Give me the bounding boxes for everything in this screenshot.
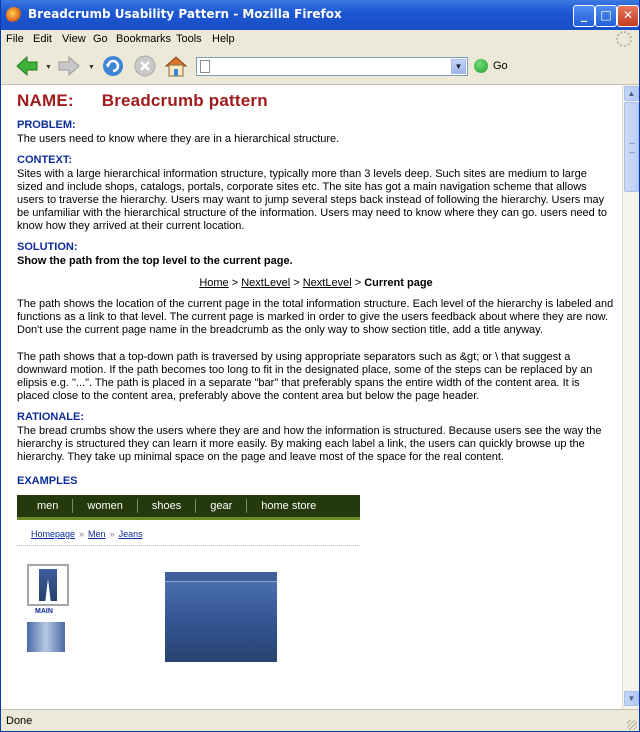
menu-go[interactable]: Go [93, 33, 108, 45]
home-button[interactable] [163, 54, 189, 78]
name-label: NAME: [17, 91, 74, 110]
forward-arrow-icon [58, 55, 80, 77]
examples-heading: EXAMPLES [17, 475, 78, 487]
menu-edit[interactable]: Edit [33, 33, 52, 45]
pattern-name: Breadcrumb pattern [101, 91, 268, 110]
status-bar: Done [0, 709, 640, 732]
firefox-logo-icon [6, 7, 22, 23]
scroll-up-icon[interactable]: ▲ [624, 86, 639, 101]
product-thumbnail-2[interactable] [27, 622, 65, 652]
menu-file[interactable]: File [6, 33, 24, 45]
status-text: Done [6, 715, 33, 727]
back-history-dropdown-icon[interactable]: ▼ [45, 64, 52, 71]
example-breadcrumb: Homepage » Men» Jeans [17, 529, 615, 539]
breadcrumb-current-page: Current page [364, 277, 433, 289]
breadcrumb-separator: > [231, 277, 239, 289]
vertical-scrollbar[interactable]: ▲ ▼ [622, 85, 639, 709]
page-content: NAME: Breadcrumb pattern PROBLEM: The use… [0, 85, 622, 709]
product-thumbnail-main[interactable] [27, 564, 69, 606]
menu-bar: File Edit View Go Bookmarks Tools Help [0, 30, 640, 49]
example-nav-gear[interactable]: gear [196, 499, 248, 513]
example-nav-men[interactable]: men [17, 499, 74, 513]
close-button[interactable]: ✕ [617, 5, 639, 27]
breadcrumb-home-link[interactable]: Home [199, 277, 228, 289]
example-crumb-homepage[interactable]: Homepage [31, 529, 75, 539]
menu-help[interactable]: Help [212, 33, 235, 45]
window-title: Breadcrumb Usability Pattern - Mozilla F… [28, 7, 342, 21]
minimize-button[interactable]: _ [573, 5, 595, 27]
product-main-image [165, 572, 277, 662]
browser-window: Breadcrumb Usability Pattern - Mozilla F… [0, 0, 640, 732]
problem-text: The users need to know where they are in… [17, 133, 340, 145]
stop-button[interactable] [132, 54, 158, 78]
back-arrow-icon [16, 55, 38, 77]
solution-heading: SOLUTION: [17, 241, 78, 253]
menu-view[interactable]: View [62, 33, 86, 45]
jeans-thumbnail-image [39, 569, 57, 601]
solution-paragraph-1: The path shows the location of the curre… [17, 298, 614, 336]
address-bar[interactable]: ▼ [196, 57, 468, 76]
example-nav-home-store[interactable]: home store [247, 499, 330, 513]
breadcrumb-separator: > [354, 277, 362, 289]
solution-summary: Show the path from the top level to the … [17, 255, 293, 267]
context-heading: CONTEXT: [17, 154, 72, 166]
rationale-heading: RATIONALE: [17, 411, 85, 423]
thumbnail-label: MAIN [35, 608, 53, 615]
example-crumb-separator: » [79, 529, 85, 539]
problem-heading: PROBLEM: [17, 119, 76, 131]
example-nav-bar: men women shoes gear home store [17, 495, 360, 520]
home-icon [164, 56, 188, 77]
address-dropdown-icon[interactable]: ▼ [451, 59, 466, 74]
solution-paragraph-2: The path shows that a top-down path is t… [17, 351, 593, 402]
go-button[interactable]: Go [493, 60, 508, 72]
resize-grip-icon[interactable] [627, 720, 637, 730]
scrollbar-grip-icon [629, 143, 635, 153]
navigation-toolbar: ▼ ▼ ▼ Go [0, 49, 640, 85]
article: NAME: Breadcrumb pattern PROBLEM: The use… [17, 91, 615, 684]
title-bar[interactable]: Breadcrumb Usability Pattern - Mozilla F… [0, 0, 640, 30]
scroll-down-icon[interactable]: ▼ [624, 691, 639, 706]
rationale-text: The bread crumbs show the users where th… [17, 425, 602, 463]
example-product-area: MAIN [17, 564, 615, 684]
stop-icon [134, 55, 156, 77]
example-nav-women[interactable]: women [73, 499, 138, 513]
menu-tools[interactable]: Tools [176, 33, 202, 45]
breadcrumb-nextlevel-link[interactable]: NextLevel [303, 277, 352, 289]
reload-icon [103, 56, 123, 76]
throbber-icon [616, 31, 632, 47]
example-divider [17, 545, 360, 546]
breadcrumb-separator: > [293, 277, 300, 289]
scrollbar-thumb[interactable] [624, 102, 639, 192]
example-crumb-separator: » [109, 529, 115, 539]
forward-button[interactable] [56, 54, 82, 78]
example-crumb-jeans[interactable]: Jeans [119, 529, 143, 539]
page-title: NAME: Breadcrumb pattern [17, 91, 615, 111]
breadcrumb-nextlevel-link[interactable]: NextLevel [241, 277, 290, 289]
back-button[interactable] [14, 54, 40, 78]
context-text: Sites with a large hierarchical informat… [17, 168, 608, 232]
breadcrumb-demo: Home > NextLevel > NextLevel > Current p… [17, 277, 615, 289]
forward-history-dropdown-icon[interactable]: ▼ [88, 64, 95, 71]
example-crumb-men[interactable]: Men [88, 529, 106, 539]
jeans-waistband [165, 572, 277, 582]
maximize-button[interactable]: □ [595, 5, 617, 27]
reload-button[interactable] [100, 54, 126, 78]
menu-bookmarks[interactable]: Bookmarks [116, 33, 171, 45]
go-icon[interactable] [474, 59, 488, 73]
example-nav-shoes[interactable]: shoes [138, 499, 197, 513]
page-icon [200, 60, 210, 73]
